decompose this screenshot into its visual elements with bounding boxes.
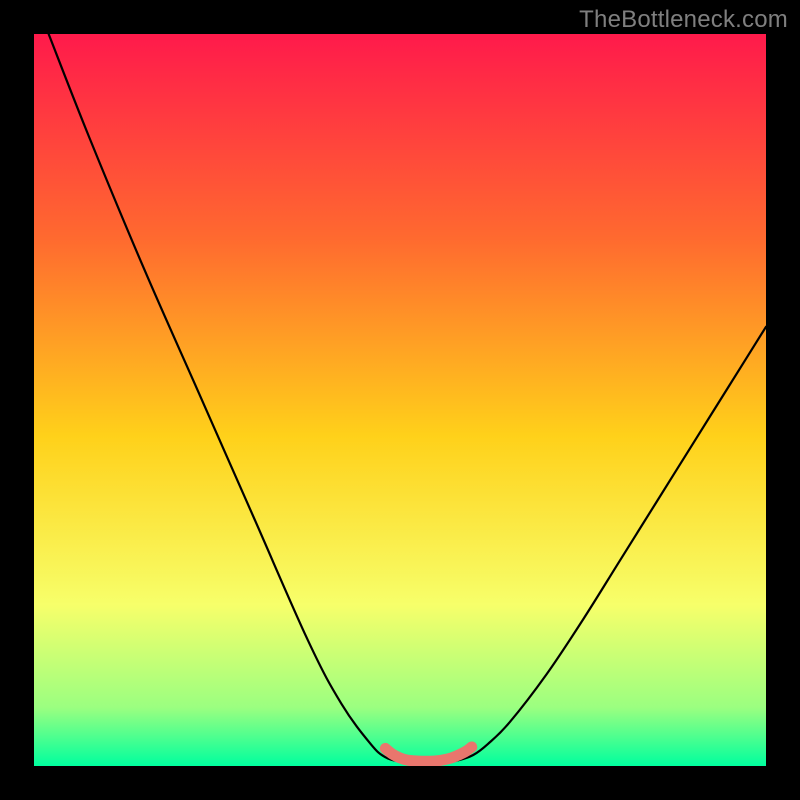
plot-area [34, 34, 766, 766]
chart-frame: TheBottleneck.com [0, 0, 800, 800]
attribution-label: TheBottleneck.com [579, 6, 788, 34]
gradient-background [34, 34, 766, 766]
bottleneck-chart [34, 34, 766, 766]
